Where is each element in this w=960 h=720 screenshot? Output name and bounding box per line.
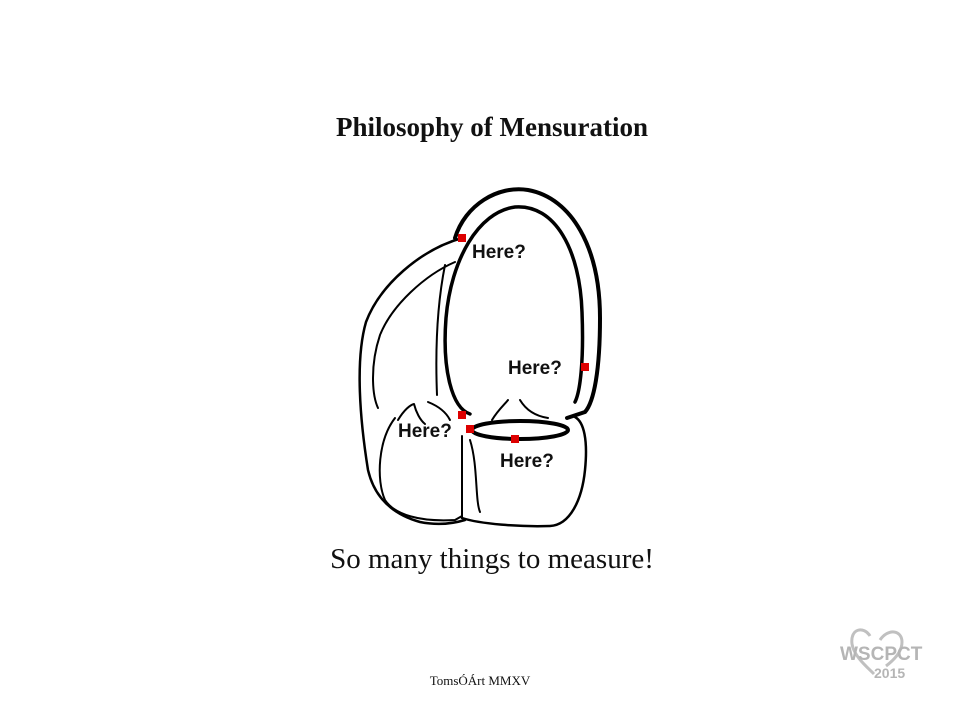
- marker-right: [581, 363, 589, 371]
- lower-right-inner: [469, 439, 481, 513]
- valve-annulus: [470, 419, 570, 441]
- marker-annulus: [511, 435, 519, 443]
- logo-text-top: WSCPCT: [840, 644, 923, 665]
- valve-cusp-right: [491, 399, 549, 421]
- valve-cusp-mid: [427, 401, 451, 421]
- label-right: Here?: [508, 358, 562, 379]
- credit-line: TomsÓÁrt MMXV: [429, 673, 531, 688]
- marker-septum-upper: [458, 411, 466, 419]
- logo-text-bottom: 2015: [874, 665, 905, 681]
- label-left: Here?: [398, 421, 452, 442]
- label-bottom: Here?: [500, 451, 554, 472]
- marker-top: [458, 234, 466, 242]
- slide-caption: So many things to measure!: [330, 543, 654, 575]
- heart-diagram: Here? Here? Here? Here?: [358, 187, 602, 528]
- conference-logo: WSCPCT 2015: [840, 628, 923, 681]
- label-top: Here?: [472, 242, 526, 263]
- marker-septum-lower: [466, 425, 474, 433]
